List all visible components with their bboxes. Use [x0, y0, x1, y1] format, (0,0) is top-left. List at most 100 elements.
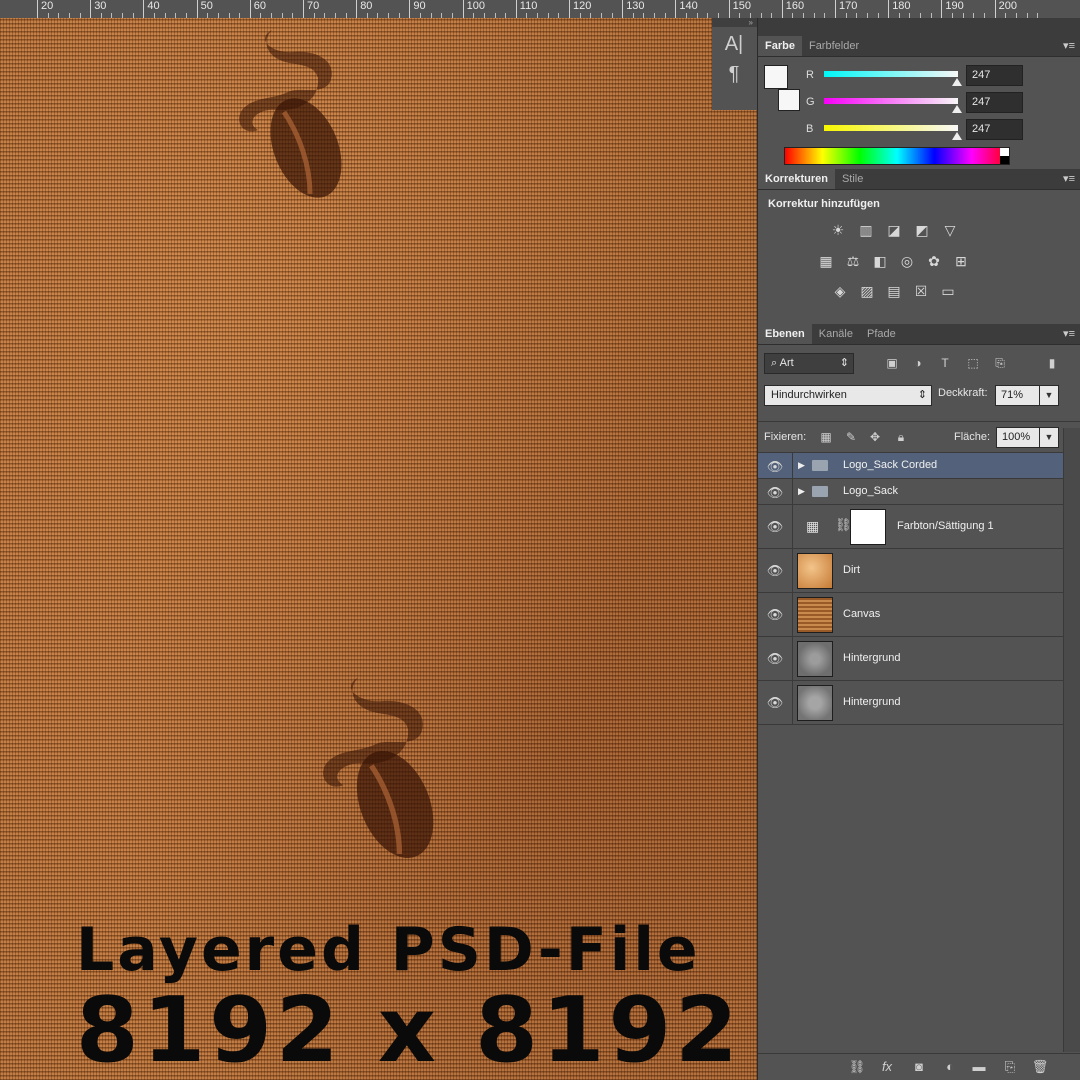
lock-all-icon[interactable]: 🔒︎: [893, 429, 909, 445]
levels-icon[interactable]: ▥: [857, 221, 875, 239]
photo-filter-icon[interactable]: ◎: [898, 252, 916, 270]
layer-name[interactable]: Farbton/Sättigung 1: [897, 520, 994, 532]
dock-header[interactable]: [758, 18, 1080, 36]
visibility-eye-icon[interactable]: 👁︎: [766, 519, 784, 535]
tab-ebenen[interactable]: Ebenen: [758, 324, 812, 344]
layer-thumbnail[interactable]: [797, 597, 833, 633]
layer-row[interactable]: 👁︎ Dirt: [758, 549, 1063, 593]
visibility-eye-icon[interactable]: 👁︎: [766, 459, 784, 475]
layer-name[interactable]: Hintergrund: [843, 696, 900, 708]
visibility-eye-icon[interactable]: 👁︎: [766, 607, 784, 623]
tab-kanaele[interactable]: Kanäle: [812, 324, 860, 344]
gradient-map-icon[interactable]: ▭: [939, 282, 957, 300]
layers-scrollbar[interactable]: [1063, 428, 1080, 1052]
layer-name[interactable]: Logo_Sack: [843, 485, 898, 497]
brightness-contrast-icon[interactable]: ☀: [829, 221, 847, 239]
paragraph-icon[interactable]: ¶: [719, 61, 749, 87]
link-layers-icon[interactable]: ⛓: [848, 1058, 866, 1076]
expand-arrow-icon[interactable]: ▶: [798, 460, 805, 471]
blend-mode-value: Hindurchwirken: [771, 389, 847, 401]
panel-menu-icon[interactable]: ▾≡: [1063, 39, 1075, 52]
layer-name[interactable]: Hintergrund: [843, 652, 900, 664]
ruler-tick-label: 50: [196, 0, 213, 18]
green-slider-thumb[interactable]: [952, 105, 962, 113]
green-slider[interactable]: [824, 98, 958, 104]
blend-mode-select[interactable]: Hindurchwirken ⇕: [764, 385, 932, 406]
layer-filter-select[interactable]: ⌕ Art ⇕: [764, 353, 854, 374]
black-white-swatches[interactable]: [1000, 148, 1009, 164]
hue-saturation-icon[interactable]: ▦: [817, 252, 835, 270]
visibility-eye-icon[interactable]: 👁︎: [766, 485, 784, 501]
red-slider[interactable]: [824, 71, 958, 77]
blue-slider[interactable]: [824, 125, 958, 131]
layer-name[interactable]: Logo_Sack Corded: [843, 459, 937, 471]
layer-name[interactable]: Canvas: [843, 608, 880, 620]
layer-thumbnail[interactable]: [797, 685, 833, 721]
add-mask-icon[interactable]: ◙: [910, 1058, 928, 1076]
green-value-input[interactable]: 247: [966, 92, 1023, 113]
tab-pfade[interactable]: Pfade: [860, 324, 903, 344]
layer-row[interactable]: 👁︎ ▦ ⛓ Farbton/Sättigung 1: [758, 505, 1063, 549]
tab-stile[interactable]: Stile: [835, 169, 870, 189]
opacity-input[interactable]: 71%: [995, 385, 1040, 406]
panel-menu-icon[interactable]: ▾≡: [1063, 172, 1075, 185]
lock-position-icon[interactable]: ✥: [867, 429, 883, 445]
posterize-icon[interactable]: ▨: [858, 282, 876, 300]
background-color-swatch[interactable]: [778, 89, 800, 111]
black-white-icon[interactable]: ◧: [871, 252, 889, 270]
layer-row[interactable]: 👁︎ Hintergrund: [758, 637, 1063, 681]
red-slider-thumb[interactable]: [952, 78, 962, 86]
expand-arrow-icon[interactable]: ▶: [798, 486, 805, 497]
threshold-icon[interactable]: ▤: [885, 282, 903, 300]
layer-mask-thumbnail[interactable]: [850, 509, 886, 545]
vibrance-icon[interactable]: ▽: [941, 221, 959, 239]
layer-row[interactable]: 👁︎ Canvas: [758, 593, 1063, 637]
layer-row[interactable]: 👁︎ Hintergrund: [758, 681, 1063, 725]
layer-row[interactable]: 👁︎ ▶ Logo_Sack Corded: [758, 453, 1063, 479]
document-canvas[interactable]: Layered PSD-File 8192 x 8192: [0, 18, 757, 1080]
curves-icon[interactable]: ◪: [885, 221, 903, 239]
exposure-icon[interactable]: ◩: [913, 221, 931, 239]
blue-slider-thumb[interactable]: [952, 132, 962, 140]
selective-color-icon[interactable]: ☒: [912, 282, 930, 300]
dock-grip[interactable]: »: [712, 18, 757, 27]
new-adjustment-layer-icon[interactable]: ◐: [941, 1058, 959, 1076]
lock-pixels-icon[interactable]: ✎: [843, 429, 859, 445]
fill-dropdown-button[interactable]: ▼: [1039, 427, 1059, 448]
visibility-eye-icon[interactable]: 👁︎: [766, 651, 784, 667]
invert-icon[interactable]: ◈: [831, 282, 849, 300]
layer-name[interactable]: Dirt: [843, 564, 860, 576]
new-layer-icon[interactable]: ⎘: [1001, 1058, 1019, 1076]
filter-toggle-icon[interactable]: ▮: [1044, 355, 1060, 371]
red-value-input[interactable]: 247: [966, 65, 1023, 86]
fill-input[interactable]: 100%: [996, 427, 1040, 448]
channel-mixer-icon[interactable]: ✿: [925, 252, 943, 270]
character-icon[interactable]: A|: [719, 31, 749, 57]
tab-farbe[interactable]: Farbe: [758, 36, 802, 56]
color-spectrum-bar[interactable]: [784, 147, 1010, 165]
pixel-filter-icon[interactable]: ▣: [884, 355, 900, 371]
layer-thumbnail[interactable]: [797, 553, 833, 589]
color-balance-icon[interactable]: ⚖: [844, 252, 862, 270]
blue-value-input[interactable]: 247: [966, 119, 1023, 140]
horizontal-ruler[interactable]: 20 30 40 50 60 70 80 90 100 110 120 130 140 150 160 170…: [0, 0, 1080, 19]
layer-thumbnail[interactable]: [797, 641, 833, 677]
panel-menu-icon[interactable]: ▾≡: [1063, 327, 1075, 340]
coffee-logo-bottom: [323, 677, 434, 858]
visibility-eye-icon[interactable]: 👁︎: [766, 695, 784, 711]
color-lookup-icon[interactable]: ⊞: [952, 252, 970, 270]
delete-layer-icon[interactable]: 🗑︎: [1031, 1058, 1049, 1076]
shape-filter-icon[interactable]: ⬚: [965, 355, 981, 371]
type-filter-icon[interactable]: T: [937, 355, 953, 371]
tab-farbfelder[interactable]: Farbfelder: [802, 36, 866, 56]
tab-korrekturen[interactable]: Korrekturen: [758, 169, 835, 189]
layer-row[interactable]: 👁︎ ▶ Logo_Sack: [758, 479, 1063, 505]
foreground-color-swatch[interactable]: [764, 65, 788, 89]
opacity-dropdown-button[interactable]: ▼: [1039, 385, 1059, 406]
visibility-eye-icon[interactable]: 👁︎: [766, 563, 784, 579]
fx-icon[interactable]: fx: [878, 1058, 896, 1076]
adjustment-filter-icon[interactable]: ◑: [910, 355, 926, 371]
smart-object-filter-icon[interactable]: ⎘: [992, 355, 1008, 371]
lock-transparency-icon[interactable]: ▦: [818, 429, 834, 445]
new-group-icon[interactable]: ▬: [970, 1058, 988, 1076]
